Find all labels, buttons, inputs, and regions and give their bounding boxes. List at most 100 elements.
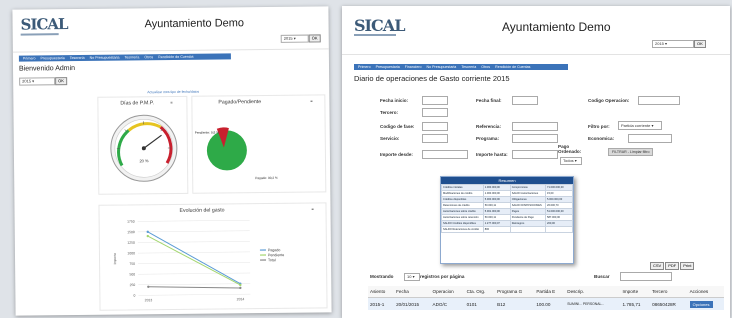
gridline bbox=[138, 293, 251, 296]
codigo-operacion-input[interactable] bbox=[638, 96, 680, 105]
pie-slice-pagado bbox=[206, 130, 247, 171]
column-header[interactable]: Importe bbox=[620, 286, 651, 298]
series-line-total bbox=[148, 286, 241, 289]
nav-item[interactable]: Rendición de Cuentas bbox=[158, 54, 193, 60]
main-nav: Primero Presupuestaria Financiero No Pre… bbox=[354, 64, 568, 70]
registros-label: registros por página bbox=[420, 274, 465, 279]
importe-desde-input[interactable] bbox=[422, 150, 468, 159]
column-header[interactable]: Tercero bbox=[650, 286, 688, 298]
nav-item[interactable]: No Presupuestaria bbox=[90, 55, 120, 61]
buscar-label: Buscar bbox=[594, 274, 610, 279]
nav-item[interactable]: Tesorería bbox=[461, 64, 476, 70]
app-title: Ayuntamiento Demo bbox=[144, 17, 245, 31]
resumen-row: SALDO Retenciones de crédito 800 bbox=[441, 226, 573, 233]
nav-item[interactable]: Tesorería bbox=[70, 55, 85, 61]
column-header[interactable]: Programa G bbox=[495, 286, 535, 298]
pdf-button[interactable]: PDF bbox=[665, 262, 680, 270]
column-header[interactable]: Acciones bbox=[687, 286, 724, 298]
sical-logo: SICAL bbox=[20, 15, 68, 34]
pmp-gauge-card: Días de P.M.P. ≡ 20 % bbox=[97, 95, 189, 195]
tercero-input[interactable] bbox=[422, 108, 448, 117]
nav-item[interactable]: No Presupuestaria bbox=[427, 64, 457, 70]
table-cell: 100.00 bbox=[534, 297, 566, 310]
dashboard-window: SICAL Ayuntamiento Demo 2015 ▾ OK Primer… bbox=[12, 6, 332, 316]
per-page-select[interactable]: 10 ▾ bbox=[404, 273, 420, 281]
table-cell: 2015-1 bbox=[368, 297, 395, 310]
nav-item[interactable]: Financiero bbox=[405, 64, 422, 70]
filtrar-button[interactable]: FILTRAR - Limpiar filtro bbox=[608, 148, 654, 156]
resumen-title: Resumen bbox=[441, 177, 573, 184]
csv-button[interactable]: CSV bbox=[650, 262, 665, 270]
column-header[interactable]: Asiento bbox=[368, 286, 395, 298]
gridline bbox=[138, 272, 251, 275]
small-ok-button[interactable]: OK bbox=[55, 77, 67, 86]
buscar-input[interactable] bbox=[620, 272, 672, 281]
importe-hasta-input[interactable] bbox=[512, 150, 558, 159]
gridline bbox=[137, 230, 250, 233]
referencia-input[interactable] bbox=[512, 122, 558, 131]
fecha-inicio-input[interactable] bbox=[422, 96, 448, 105]
economica-input[interactable] bbox=[628, 134, 672, 143]
filtro-por-select[interactable]: Partida corriente ▾ bbox=[618, 121, 662, 130]
column-header[interactable]: Partida E bbox=[534, 286, 566, 298]
data-point bbox=[239, 286, 242, 290]
column-header[interactable]: Cta. Org. bbox=[464, 286, 496, 298]
pie-title: Pagado/Pendiente bbox=[218, 99, 262, 106]
resumen-cell: 800 bbox=[482, 226, 511, 233]
label-fecha-final: Fecha final: bbox=[476, 98, 502, 103]
sical-logo: SICAL bbox=[354, 16, 405, 35]
logo-underline bbox=[354, 34, 396, 36]
label-economica: Economica: bbox=[588, 136, 615, 141]
year-select[interactable]: 2015 ▾ bbox=[280, 34, 309, 43]
table-header-row: Asiento Fecha Operacion Cta. Org. Programa G… bbox=[368, 286, 724, 298]
pie-pagado-label: Pagado: 90,2 % bbox=[255, 175, 278, 181]
menu-icon[interactable]: ≡ bbox=[310, 99, 312, 104]
nav-item[interactable]: Otros bbox=[481, 64, 490, 70]
export-buttons: CSV PDF Print bbox=[650, 262, 695, 270]
opciones-button[interactable]: Opciones bbox=[689, 300, 713, 308]
resumen-cell bbox=[545, 226, 573, 233]
menu-icon[interactable]: ≡ bbox=[311, 207, 313, 212]
table-cell: 20/01/2015 bbox=[394, 297, 431, 310]
year-select[interactable]: 2015 ▾ bbox=[652, 40, 694, 48]
ok-button[interactable]: OK bbox=[694, 40, 706, 48]
servicio-input[interactable] bbox=[422, 134, 448, 143]
fecha-final-input[interactable] bbox=[512, 96, 538, 105]
data-point bbox=[147, 285, 150, 288]
resumen-cell bbox=[509, 226, 547, 233]
nav-item[interactable]: Presupuestaria bbox=[40, 55, 64, 61]
y-tick-label: 1750 bbox=[127, 220, 135, 224]
programa-input[interactable] bbox=[512, 134, 558, 143]
label-servicio: Servicio: bbox=[380, 136, 400, 141]
codigo-fase-input[interactable] bbox=[422, 122, 448, 131]
table-cell: 08650428R bbox=[650, 297, 688, 310]
nav-item[interactable]: Otros bbox=[144, 54, 153, 60]
series-line-pagado bbox=[147, 231, 241, 285]
label-codigo-operacion: Codigo Operacion: bbox=[588, 98, 630, 103]
label-pago-ordenado: Pago Ordenado: bbox=[558, 144, 582, 154]
column-header[interactable]: Operacion bbox=[430, 286, 465, 298]
pago-ordenado-select[interactable]: Todos ▾ bbox=[560, 157, 582, 165]
main-nav: Primero Presupuestaria Tesorería No Pres… bbox=[18, 53, 231, 62]
ok-button[interactable]: OK bbox=[308, 34, 321, 43]
nav-item[interactable]: Primero bbox=[23, 55, 36, 61]
app-title: Ayuntamiento Demo bbox=[502, 20, 611, 34]
resumen-panel: Resumen Créditos iniciales 1.000.000,00 Co… bbox=[440, 176, 574, 264]
nav-item[interactable]: Presupuestaria bbox=[376, 64, 400, 70]
gridline bbox=[137, 241, 250, 243]
logo-underline bbox=[20, 33, 59, 36]
label-importe-desde: Importe desde: bbox=[380, 152, 413, 157]
pie-card: Pagado/Pendiente ≡ Pendiente: 9,8 % Paga… bbox=[191, 94, 327, 194]
line-chart: 0 250 500 750 1000 1250 1500 1750 Importe 2013 201… bbox=[113, 220, 284, 303]
small-year-select[interactable]: 2015 ▾ bbox=[19, 77, 56, 86]
column-header[interactable]: Fecha bbox=[394, 286, 431, 298]
table-row[interactable]: 2015-1 20/01/2015 ADO/C 0101 B12 100.00 SUMINI… bbox=[368, 297, 724, 310]
table-cell: 1.785,71 bbox=[620, 297, 651, 310]
refresh-link[interactable]: Actualizar mes tipo de fecha/datos bbox=[147, 90, 199, 95]
column-header[interactable]: Descrip. bbox=[565, 286, 621, 298]
nav-item[interactable]: Rendición de Cuentas bbox=[495, 64, 530, 70]
nav-item[interactable]: Primero bbox=[358, 64, 371, 70]
menu-icon[interactable]: ≡ bbox=[170, 100, 172, 105]
print-button[interactable]: Print bbox=[680, 262, 695, 270]
nav-item[interactable]: Tesorería bbox=[124, 54, 139, 60]
